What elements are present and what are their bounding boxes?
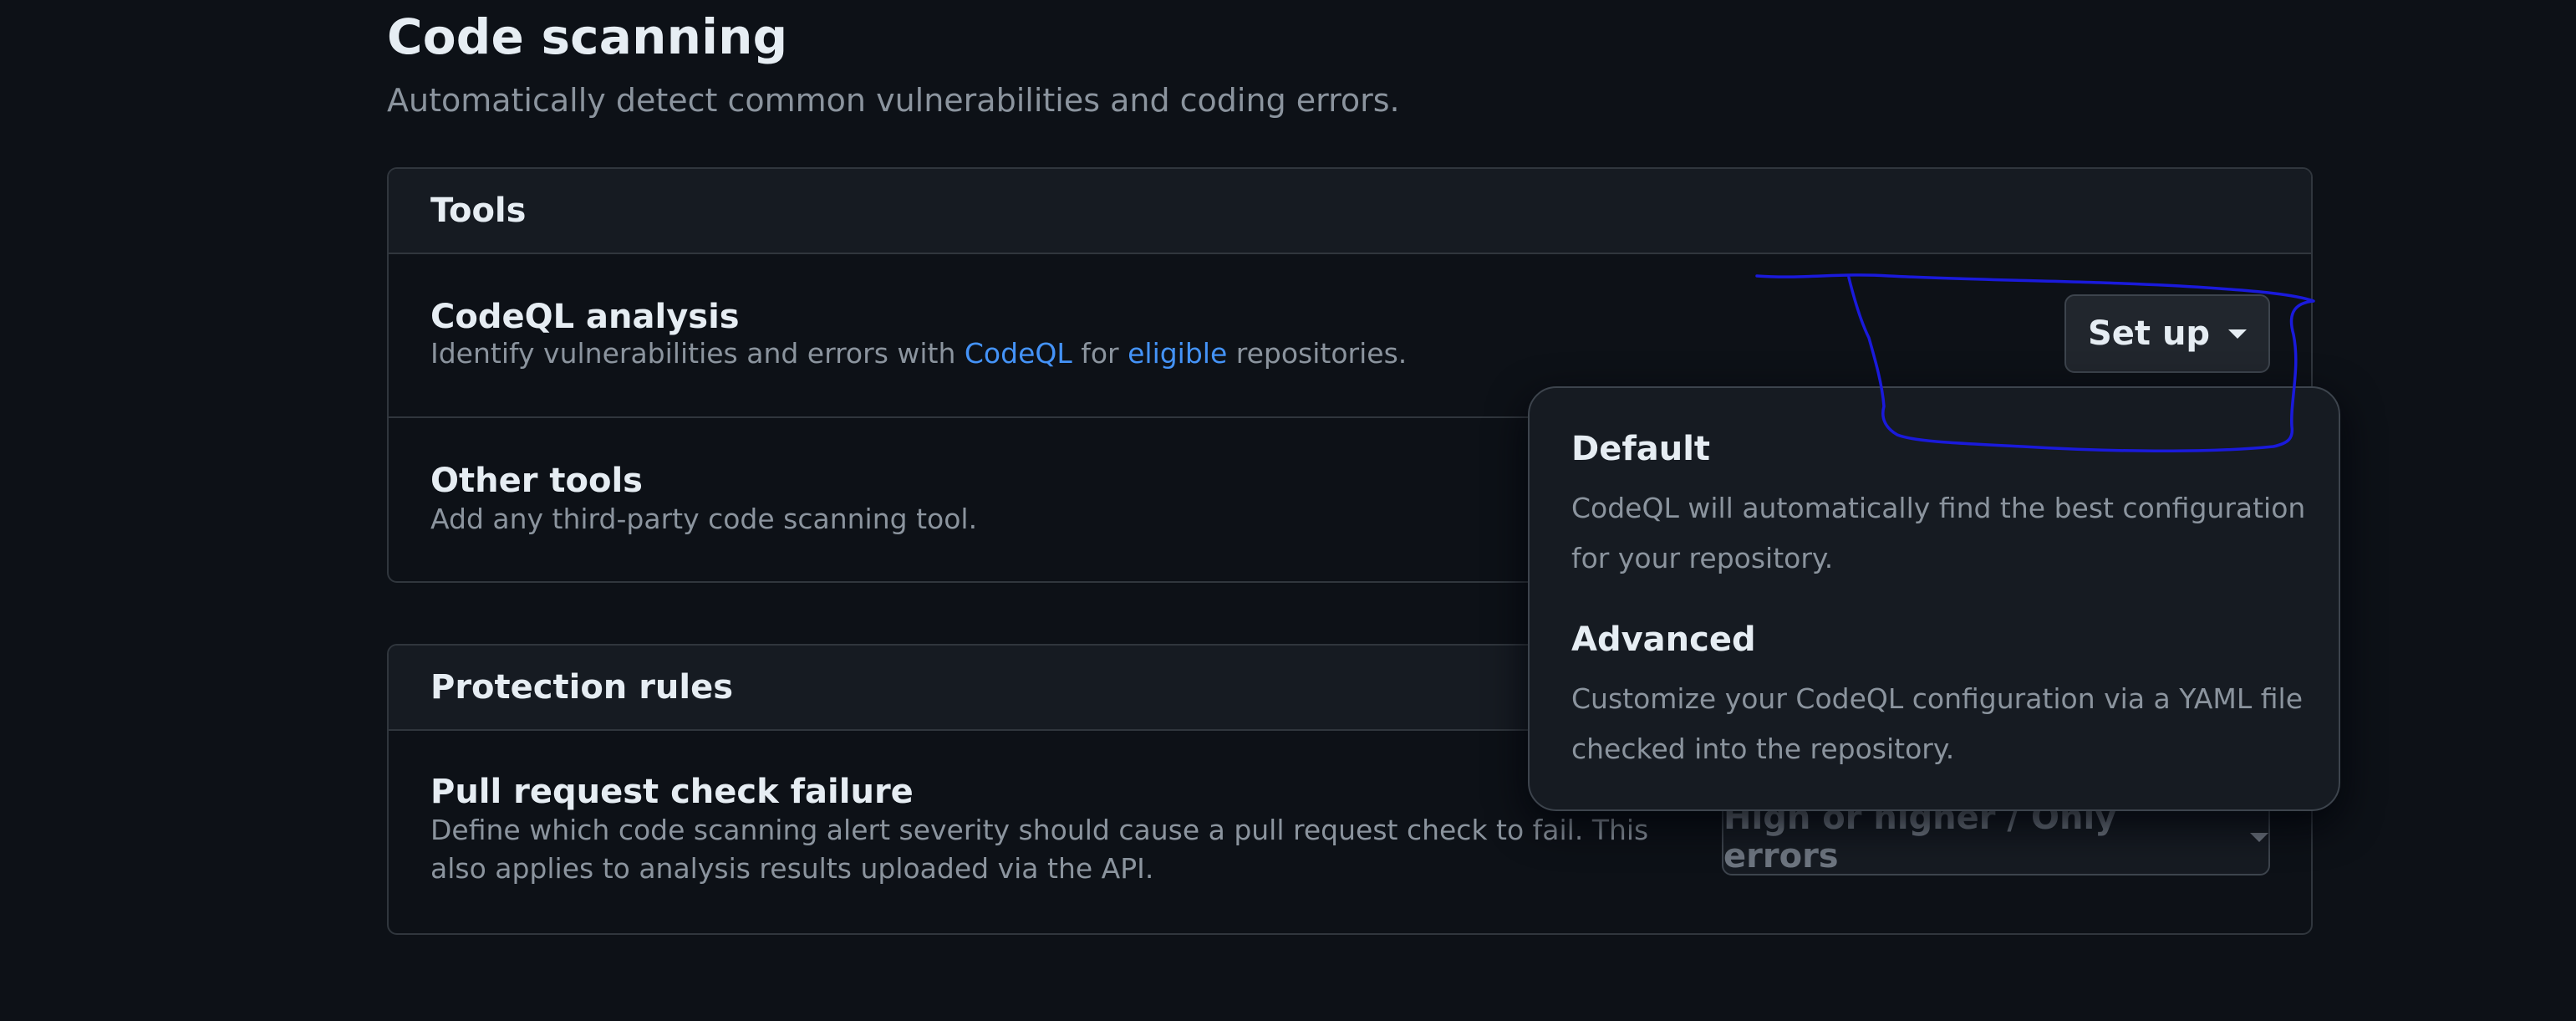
eligible-link[interactable]: eligible	[1128, 337, 1227, 370]
set-up-button[interactable]: Set up	[2064, 294, 2270, 373]
menu-item-advanced-description: Customize your CodeQL configuration via …	[1571, 682, 2304, 765]
page-title: Code scanning	[387, 8, 788, 65]
page-subtitle: Automatically detect common vulnerabilit…	[387, 82, 1400, 119]
set-up-button-label: Set up	[2087, 314, 2211, 353]
codeql-link[interactable]: CodeQL	[965, 337, 1072, 370]
menu-item-default[interactable]: Default CodeQL will automatically find t…	[1571, 430, 2307, 584]
codeql-desc-prefix: Identify vulnerabilities and errors with	[430, 337, 965, 370]
pull-request-check-description: Define which code scanning alert severit…	[430, 814, 1649, 885]
menu-item-advanced-title: Advanced	[1571, 620, 1756, 659]
setup-dropdown-menu: Default CodeQL will automatically find t…	[1528, 386, 2340, 811]
menu-item-advanced[interactable]: Advanced Customize your CodeQL configura…	[1571, 620, 2307, 774]
triangle-down-icon	[2250, 832, 2268, 842]
codeql-analysis-title: CodeQL analysis	[430, 298, 740, 336]
codeql-desc-suffix: repositories.	[1227, 337, 1408, 370]
code-scanning-settings-page: Code scanning Automatically detect commo…	[0, 0, 2576, 1021]
codeql-analysis-description: Identify vulnerabilities and errors with…	[430, 334, 1407, 373]
other-tools-description: Add any third-party code scanning tool.	[430, 503, 978, 535]
menu-item-default-title: Default	[1571, 430, 1711, 468]
pull-request-check-title: Pull request check failure	[430, 773, 914, 811]
tools-header: Tools	[389, 169, 2311, 254]
menu-item-default-description: CodeQL will automatically find the best …	[1571, 492, 2306, 574]
codeql-desc-mid: for	[1072, 337, 1128, 370]
other-tools-title: Other tools	[430, 462, 643, 500]
triangle-down-icon	[2228, 329, 2248, 339]
